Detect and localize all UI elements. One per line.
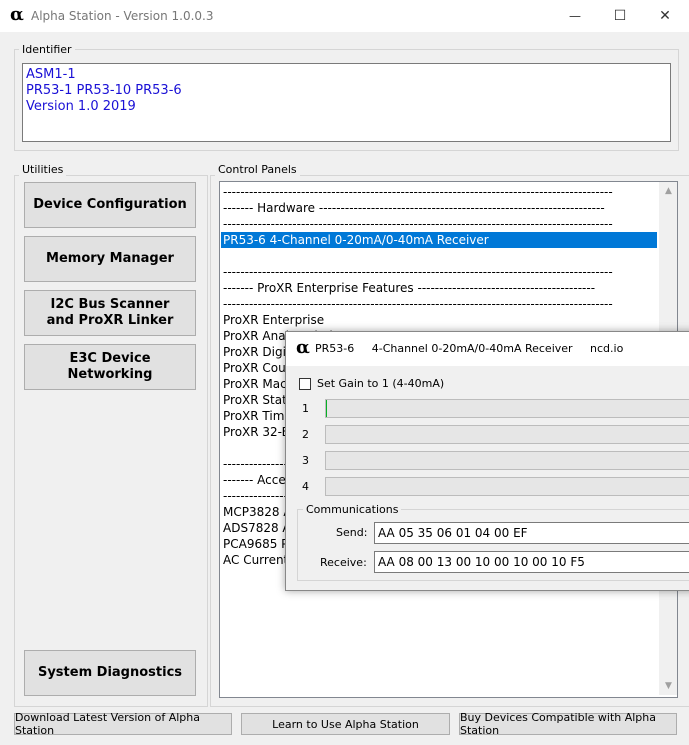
receive-field[interactable]: AA 08 00 13 00 10 00 10 00 10 F5 xyxy=(374,551,689,573)
minimize-icon: — xyxy=(569,9,581,23)
close-icon: ✕ xyxy=(659,8,671,24)
utilities-group-label: Utilities xyxy=(19,163,67,176)
control-panel-list-item[interactable]: PR53-6 4-Channel 0-20mA/0-40mA Receiver xyxy=(221,232,657,248)
download-latest-button[interactable]: Download Latest Version of Alpha Station xyxy=(14,711,232,737)
device-configuration-button[interactable]: Device Configuration xyxy=(24,182,196,228)
scroll-down-icon[interactable]: ▼ xyxy=(660,681,677,691)
control-panel-list-item[interactable]: ------- Hardware -----------------------… xyxy=(223,200,605,216)
system-diagnostics-button[interactable]: System Diagnostics xyxy=(24,650,196,696)
channel-label: 1 xyxy=(302,402,309,415)
app-logo-icon: α xyxy=(296,337,310,358)
identifier-line: ASM1-1 xyxy=(26,67,76,82)
gain-checkbox-label: Set Gain to 1 (4-40mA) xyxy=(317,377,445,390)
send-label: Send: xyxy=(336,526,368,539)
e3c-device-networking-button[interactable]: E3C Device Networking xyxy=(24,344,196,390)
channel-3-progress-bar xyxy=(325,451,689,470)
identifier-line: PR53-1 PR53-10 PR53-6 xyxy=(26,83,182,98)
channel-label: 2 xyxy=(302,428,309,441)
receive-label: Receive: xyxy=(320,556,367,569)
scroll-up-icon[interactable]: ▲ xyxy=(660,186,677,196)
channel-2-progress-bar xyxy=(325,425,689,444)
identifier-group-label: Identifier xyxy=(19,43,75,56)
learn-alpha-station-button[interactable]: Learn to Use Alpha Station xyxy=(241,713,450,735)
memory-manager-button[interactable]: Memory Manager xyxy=(24,236,196,282)
app-logo-icon: α xyxy=(10,4,24,25)
control-panel-list-item[interactable]: ----------------------------------------… xyxy=(223,296,613,312)
identifier-line: Version 1.0 2019 xyxy=(26,99,136,114)
control-panel-list-item[interactable]: ----------------------------------------… xyxy=(223,264,613,280)
maximize-button[interactable]: ☐ xyxy=(597,0,643,32)
control-panel-list-item[interactable]: ------- ProXR Enterprise Features ------… xyxy=(223,280,595,296)
channel-1-progress-bar xyxy=(325,399,689,418)
device-panel-window: α PR53-6 4-Channel 0-20mA/0-40mA Receive… xyxy=(285,331,689,591)
control-panels-group-label: Control Panels xyxy=(215,163,300,176)
gain-checkbox[interactable] xyxy=(299,378,311,390)
title-bar: α Alpha Station - Version 1.0.0.3 — ☐ ✕ xyxy=(0,0,689,32)
control-panel-list-item[interactable]: ----------------------------------------… xyxy=(223,184,613,200)
identifier-textbox[interactable]: ASM1-1 PR53-1 PR53-10 PR53-6 Version 1.0… xyxy=(22,63,671,142)
maximize-icon: ☐ xyxy=(613,8,627,24)
channel-4-progress-bar xyxy=(325,477,689,496)
communications-group-label: Communications xyxy=(303,503,402,516)
channel-label: 3 xyxy=(302,454,309,467)
device-panel-title: PR53-6 4-Channel 0-20mA/0-40mA Receiver … xyxy=(315,342,624,355)
i2c-bus-scanner-button[interactable]: I2C Bus Scanner and ProXR Linker xyxy=(24,290,196,336)
buy-devices-button[interactable]: Buy Devices Compatible with Alpha Statio… xyxy=(459,711,677,737)
control-panel-list-item[interactable]: ----------------------------------------… xyxy=(223,216,613,232)
window-title: Alpha Station - Version 1.0.0.3 xyxy=(31,9,214,23)
minimize-button[interactable]: — xyxy=(552,0,598,32)
close-button[interactable]: ✕ xyxy=(642,0,688,32)
send-field[interactable]: AA 05 35 06 01 04 00 EF xyxy=(374,522,689,544)
device-panel-title-bar: α PR53-6 4-Channel 0-20mA/0-40mA Receive… xyxy=(286,332,689,366)
channel-label: 4 xyxy=(302,480,309,493)
control-panel-list-item[interactable]: ProXR Enterprise xyxy=(223,312,324,328)
